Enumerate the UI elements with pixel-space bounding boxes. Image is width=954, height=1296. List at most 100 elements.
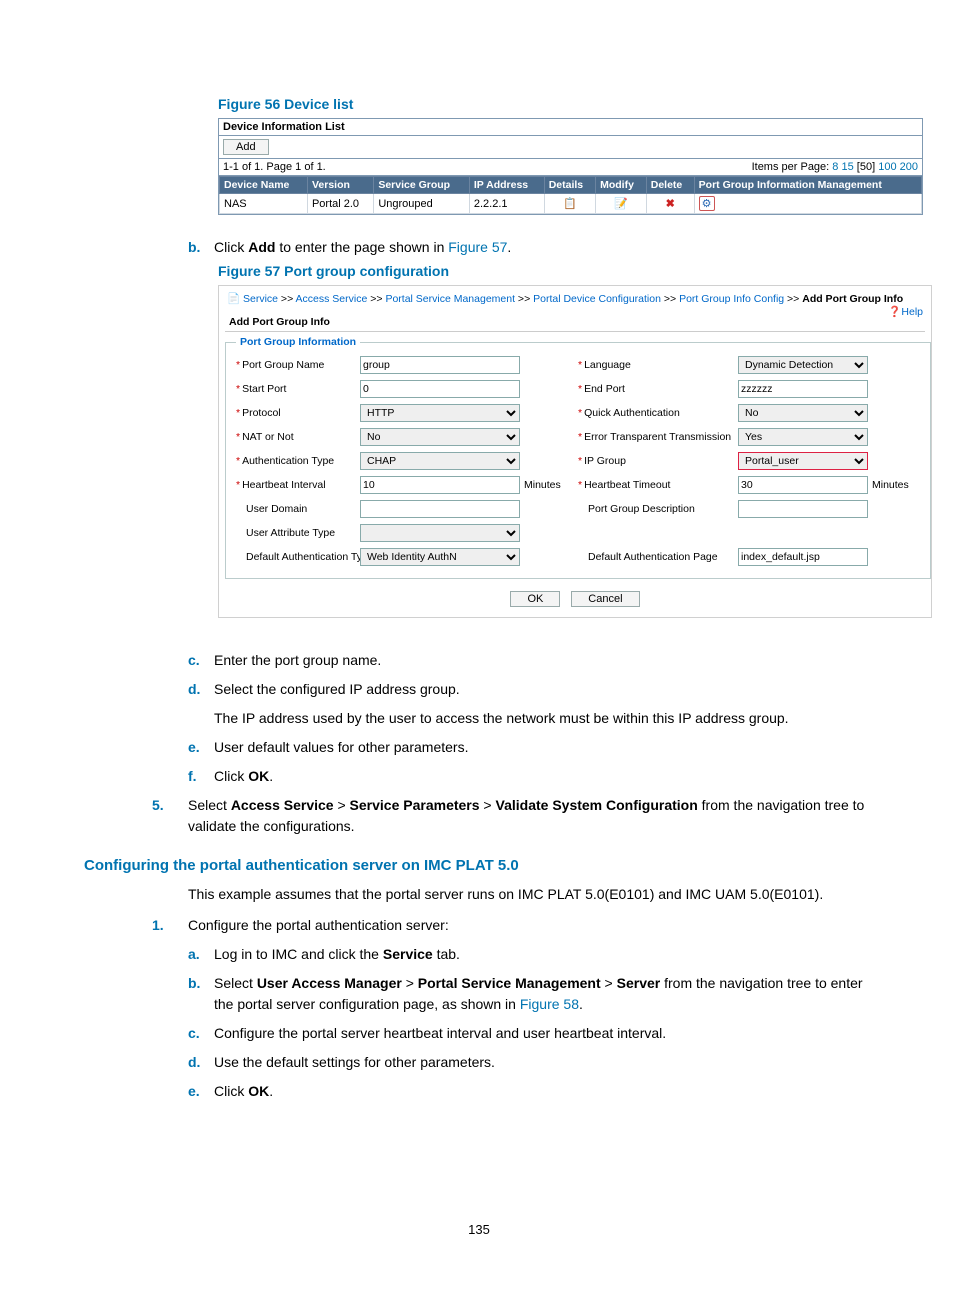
user-domain-input[interactable] [360,500,520,518]
port-group-icon[interactable]: ⚙ [699,196,715,211]
language-select[interactable]: Dynamic Detection [738,356,868,374]
auth-type-select[interactable]: CHAP [360,452,520,470]
help-label: Help [901,306,923,318]
col-device-name: Device Name [220,177,308,194]
col-service-group: Service Group [374,177,470,194]
cancel-button[interactable]: Cancel [571,591,639,607]
breadcrumb: 📄 Service >> Access Service >> Portal Se… [225,290,925,307]
step-b-text: Click Add to enter the page shown in Fig… [214,237,874,257]
figure-56: Device Information List Add 1-1 of 1. Pa… [218,118,923,215]
step-c-letter: c. [188,650,214,671]
step-d-cont: The IP address used by the user to acces… [214,708,874,729]
device-info-title: Device Information List [219,119,922,136]
port-group-name-label: *Port Group Name [236,359,356,371]
cell-ip-address: 2.2.2.1 [469,194,544,214]
details-icon[interactable]: 📋 [563,198,577,210]
end-port-label: *End Port [578,383,734,395]
protocol-select[interactable]: HTTP [360,404,520,422]
step-b-letter: b. [188,237,214,257]
figure-56-title: Figure 56 Device list [218,96,874,112]
default-auth-type-select[interactable]: Web Identity AuthN [360,548,520,566]
step-1b-text: Select User Access Manager > Portal Serv… [214,973,874,1015]
port-group-name-input[interactable] [360,356,520,374]
port-group-desc-label: Port Group Description [578,503,734,515]
step-d-letter: d. [188,679,214,700]
figure-58-link[interactable]: Figure 58 [520,996,579,1012]
step-f-text: Click OK. [214,766,874,787]
col-version: Version [307,177,373,194]
nat-select[interactable]: No [360,428,520,446]
bc-port-group[interactable]: Port Group Info Config [679,293,784,305]
bc-portal-mgmt[interactable]: Portal Service Management [385,293,515,305]
step-d-text: Select the configured IP address group. [214,679,874,700]
user-attr-type-label: User Attribute Type [236,527,356,539]
col-details: Details [544,177,595,194]
auth-type-label: *Authentication Type [236,455,356,467]
cell-device-name: NAS [220,194,308,214]
col-port-group: Port Group Information Management [694,177,921,194]
intro-paragraph: This example assumes that the portal ser… [188,884,874,905]
items-per-page: Items per Page: 8 15 [50] 100 200 [752,161,918,173]
step-1b-letter: b. [188,973,214,1015]
bc-service[interactable]: Service [243,293,278,305]
step-5-num: 5. [152,795,188,837]
step-e-text: User default values for other parameters… [214,737,874,758]
heartbeat-interval-input[interactable] [360,476,520,494]
step-1a-letter: a. [188,944,214,965]
heartbeat-timeout-input[interactable] [738,476,868,494]
device-table: Device Name Version Service Group IP Add… [219,176,922,214]
protocol-label: *Protocol [236,407,356,419]
start-port-label: *Start Port [236,383,356,395]
step-b-bold: Add [248,239,275,255]
port-group-desc-input[interactable] [738,500,868,518]
step-1c-text: Configure the portal server heartbeat in… [214,1023,874,1044]
ipp-8[interactable]: 8 [832,161,838,173]
delete-icon[interactable]: ✖ [666,198,675,210]
heartbeat-interval-label: *Heartbeat Interval [236,479,356,491]
figure-57: 📄 Service >> Access Service >> Portal Se… [218,285,932,618]
start-port-input[interactable] [360,380,520,398]
default-auth-type-label: Default Authentication Type [236,551,356,563]
ipp-label: Items per Page: [752,161,830,173]
heartbeat-interval-unit: Minutes [524,479,574,491]
step-b-pre: Click [214,239,248,255]
heartbeat-timeout-label: *Heartbeat Timeout [578,479,734,491]
step-1d-text: Use the default settings for other param… [214,1052,874,1073]
ipp-100[interactable]: 100 [878,161,896,173]
user-domain-label: User Domain [236,503,356,515]
ip-group-label: *IP Group [578,455,734,467]
add-button[interactable]: Add [223,139,269,155]
help-link[interactable]: ❓Help [888,305,923,318]
default-auth-page-label: Default Authentication Page [578,551,734,563]
error-trans-select[interactable]: Yes [738,428,868,446]
bc-access[interactable]: Access Service [296,293,368,305]
step-e-letter: e. [188,737,214,758]
user-attr-type-select[interactable] [360,524,520,542]
ok-button[interactable]: OK [510,591,560,607]
step-1d-letter: d. [188,1052,214,1073]
default-auth-page-input[interactable] [738,548,868,566]
bc-device-config[interactable]: Portal Device Configuration [533,293,661,305]
step-f-letter: f. [188,766,214,787]
modify-icon[interactable]: 📝 [614,198,628,210]
step-5-text: Select Access Service > Service Paramete… [188,795,874,837]
step-1c-letter: c. [188,1023,214,1044]
end-port-input[interactable] [738,380,868,398]
step-1e-text: Click OK. [214,1081,874,1102]
heartbeat-timeout-unit: Minutes [872,479,920,491]
col-delete: Delete [646,177,694,194]
step-b-post: to enter the page shown in [275,239,448,255]
figure-57-link[interactable]: Figure 57 [448,239,507,255]
pagination-info: 1-1 of 1. Page 1 of 1. [223,161,326,173]
table-row: NAS Portal 2.0 Ungrouped 2.2.2.1 📋 📝 ✖ ⚙ [220,194,922,214]
ipp-200[interactable]: 200 [900,161,918,173]
ip-group-select[interactable]: Portal_user [738,452,868,470]
quick-auth-select[interactable]: No [738,404,868,422]
step-c-text: Enter the port group name. [214,650,874,671]
figure-57-title: Figure 57 Port group configuration [218,263,874,279]
ipp-15[interactable]: 15 [841,161,853,173]
step-1-num: 1. [152,915,188,936]
error-trans-label: *Error Transparent Transmission [578,431,734,443]
fieldset-legend: Port Group Information [236,336,360,348]
cell-service-group: Ungrouped [374,194,470,214]
